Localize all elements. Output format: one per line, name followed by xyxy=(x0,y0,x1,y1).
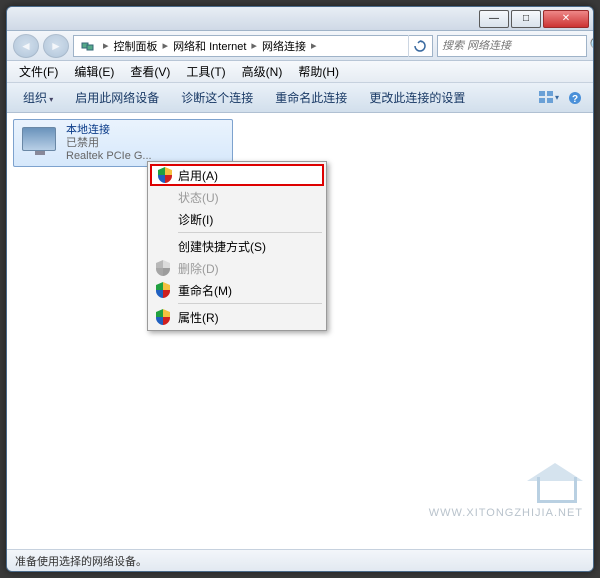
context-menu-item[interactable]: 属性(R) xyxy=(150,306,324,328)
refresh-button[interactable] xyxy=(408,35,430,57)
watermark-logo-icon xyxy=(523,463,583,503)
context-menu-item[interactable]: 诊断(I) xyxy=(150,208,324,230)
watermark-text: WWW.XITONGZHIJIA.NET xyxy=(429,507,583,519)
connection-name: 本地连接 xyxy=(66,124,152,137)
navbar: ◄ ► ▸ 控制面板 ▸ 网络和 Internet ▸ 网络连接 ▸ xyxy=(7,31,593,61)
back-button[interactable]: ◄ xyxy=(13,34,39,58)
titlebar: — □ ✕ xyxy=(7,7,593,31)
menu-file[interactable]: 文件(F) xyxy=(11,61,66,82)
shield-icon xyxy=(154,281,172,299)
context-menu-label: 创建快捷方式(S) xyxy=(178,238,266,255)
breadcrumb-network-internet[interactable]: 网络和 Internet xyxy=(171,38,248,54)
chevron-right-icon: ▸ xyxy=(160,39,172,52)
context-menu-label: 诊断(I) xyxy=(178,211,213,228)
connection-description: Realtek PCIe G... xyxy=(66,150,152,163)
menu-edit[interactable]: 编辑(E) xyxy=(66,61,122,82)
forward-button[interactable]: ► xyxy=(43,34,69,58)
network-icon xyxy=(80,38,96,54)
organize-button[interactable]: 组织 xyxy=(13,85,63,110)
connection-item-local[interactable]: 本地连接 已禁用 Realtek PCIe G... xyxy=(13,119,233,167)
context-menu-label: 重命名(M) xyxy=(178,282,232,299)
minimize-button[interactable]: — xyxy=(479,10,509,28)
close-button[interactable]: ✕ xyxy=(543,10,589,28)
change-settings-button[interactable]: 更改此连接的设置 xyxy=(359,85,475,110)
chevron-right-icon: ▸ xyxy=(100,39,112,52)
rename-button[interactable]: 重命名此连接 xyxy=(265,85,357,110)
context-menu-label: 删除(D) xyxy=(178,260,219,277)
chevron-right-icon: ▸ xyxy=(248,39,260,52)
chevron-right-icon: ▸ xyxy=(308,39,320,52)
context-menu-item: 状态(U) xyxy=(150,186,324,208)
search-input[interactable] xyxy=(438,40,589,52)
context-menu-item[interactable]: 启用(A) xyxy=(150,164,324,186)
menu-advanced[interactable]: 高级(N) xyxy=(234,61,291,82)
menu-view[interactable]: 查看(V) xyxy=(122,61,178,82)
breadcrumb-network-connections[interactable]: 网络连接 xyxy=(260,38,308,54)
shield-icon xyxy=(154,308,172,326)
svg-text:?: ? xyxy=(572,94,578,105)
view-mode-button[interactable]: ▾ xyxy=(537,87,561,109)
menubar: 文件(F) 编辑(E) 查看(V) 工具(T) 高级(N) 帮助(H) xyxy=(7,61,593,83)
network-adapter-icon xyxy=(18,125,60,161)
address-bar[interactable]: ▸ 控制面板 ▸ 网络和 Internet ▸ 网络连接 ▸ xyxy=(73,35,433,57)
context-menu-separator xyxy=(178,232,322,233)
enable-device-button[interactable]: 启用此网络设备 xyxy=(65,85,169,110)
explorer-window: — □ ✕ ◄ ► ▸ 控制面板 ▸ 网络和 Internet ▸ 网络连接 ▸ xyxy=(6,6,594,572)
toolbar: 组织 启用此网络设备 诊断这个连接 重命名此连接 更改此连接的设置 ▾ ? xyxy=(7,83,593,113)
context-menu: 启用(A) 状态(U) 诊断(I) 创建快捷方式(S) 删除(D) 重命名(M) 属性(R) xyxy=(147,161,327,331)
maximize-button[interactable]: □ xyxy=(511,10,541,28)
menu-tools[interactable]: 工具(T) xyxy=(178,61,233,82)
breadcrumb-control-panel[interactable]: 控制面板 xyxy=(112,38,160,54)
statusbar: 准备使用选择的网络设备。 xyxy=(7,549,593,571)
context-menu-item[interactable]: 重命名(M) xyxy=(150,279,324,301)
context-menu-label: 属性(R) xyxy=(178,309,219,326)
context-menu-item[interactable]: 创建快捷方式(S) xyxy=(150,235,324,257)
context-menu-label: 启用(A) xyxy=(178,167,218,184)
diagnose-button[interactable]: 诊断这个连接 xyxy=(171,85,263,110)
content-area[interactable]: 本地连接 已禁用 Realtek PCIe G... 启用(A) 状态(U) 诊断(… xyxy=(7,113,593,549)
help-icon[interactable]: ? xyxy=(563,87,587,109)
search-box[interactable]: 🔍 xyxy=(437,35,587,57)
status-text: 准备使用选择的网络设备。 xyxy=(15,553,147,569)
search-icon[interactable]: 🔍 xyxy=(589,36,594,56)
context-menu-separator xyxy=(178,303,322,304)
context-menu-item: 删除(D) xyxy=(150,257,324,279)
shield-icon xyxy=(156,166,174,184)
shield-icon xyxy=(154,259,172,277)
connection-status: 已禁用 xyxy=(66,137,152,150)
menu-help[interactable]: 帮助(H) xyxy=(290,61,347,82)
context-menu-label: 状态(U) xyxy=(178,189,219,206)
